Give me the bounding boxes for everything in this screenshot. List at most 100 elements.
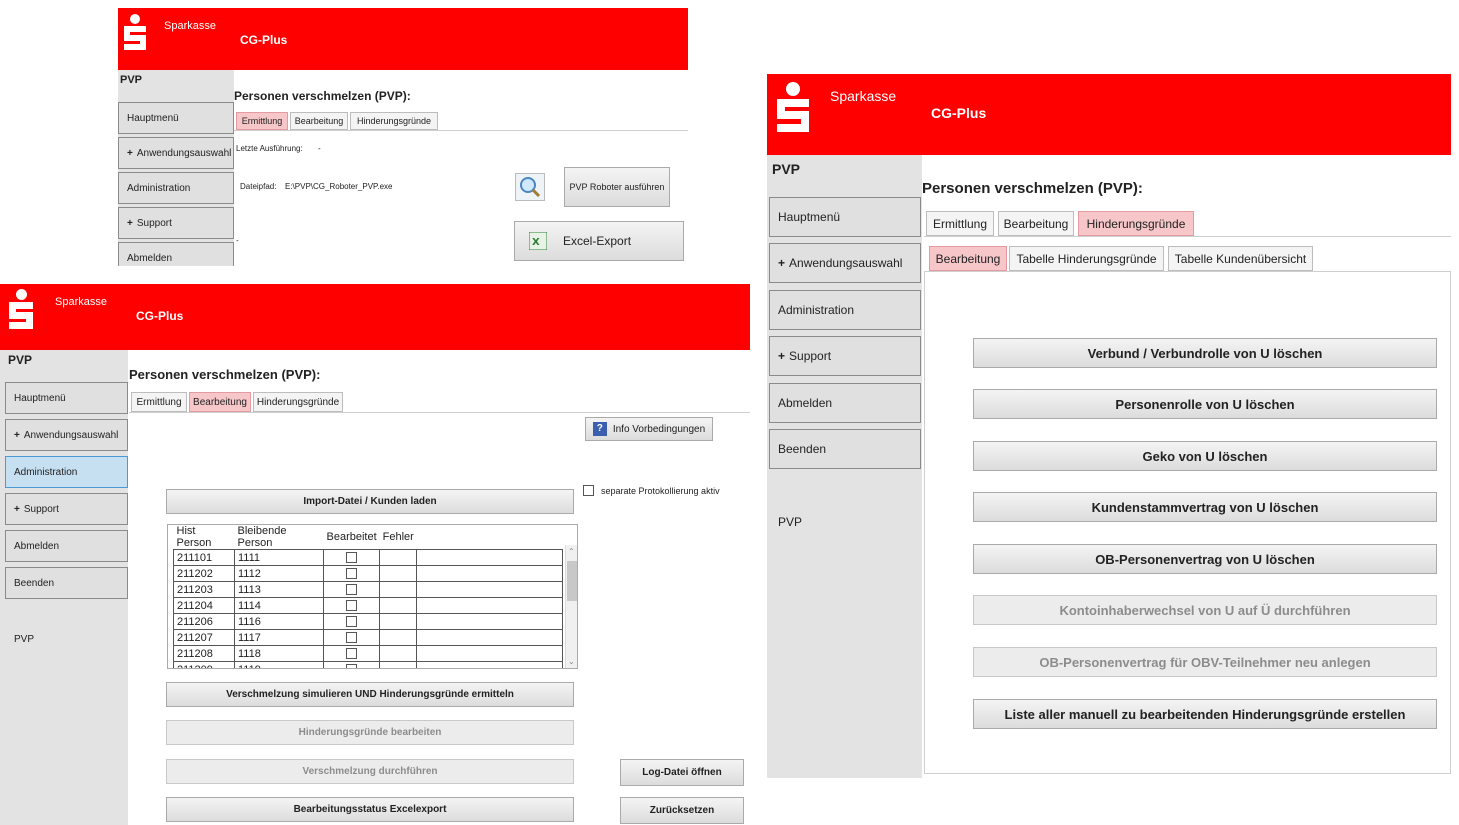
cell-hist: 211206 [173,613,235,630]
window-bearbeitung: Sparkasse CG-Plus PVP Hauptmenü + Anwendu… [0,284,750,825]
table-row[interactable]: 211202 1112 [173,565,563,582]
tab-hinderungsgruende[interactable]: Hinderungsgründe [1078,211,1194,236]
action-liste-erstellen[interactable]: Liste aller manuell zu bearbeitenden Hin… [973,699,1437,729]
nav-hauptmenu[interactable]: Hauptmenü [118,102,234,134]
col-hist-person[interactable]: Hist Person [174,525,235,550]
cell-hist: 211203 [173,581,235,598]
table-row[interactable]: 211101 1111 [173,549,563,566]
edit-reasons-button[interactable]: Hinderungsgründe bearbeiten [166,720,574,745]
action-kundenstammvertrag-loeschen[interactable]: Kundenstammvertrag von U löschen [973,492,1437,522]
col-bleibende-person[interactable]: Bleibende Person [235,525,324,550]
cell-hist: 211209 [173,661,235,668]
simulate-button[interactable]: Verschmelzung simulieren UND Hinderungsg… [166,682,574,707]
tab-bearbeitung[interactable]: Bearbeitung [290,112,348,130]
table-row[interactable]: 211204 1114 [173,597,563,614]
cell-bleibend: 1118 [234,645,324,662]
action-kontoinhaberwechsel[interactable]: Kontoinhaberwechsel von U auf Ü durchfüh… [973,595,1437,625]
action-personenrolle-loeschen[interactable]: Personenrolle von U löschen [973,389,1437,419]
nav-label: Administration [127,182,191,194]
table-row[interactable]: 211208 1118 [173,645,563,662]
nav-anwendungsauswahl[interactable]: + Anwendungsauswahl [769,243,921,283]
help-icon: ? [592,422,607,436]
subtab-tabelle-hinderungsgruende[interactable]: Tabelle Hinderungsgründe [1009,246,1164,271]
tab-hinderungsgruende[interactable]: Hinderungsgründe [253,392,343,412]
app-header: Sparkasse CG-Plus [0,284,750,350]
bearbeitet-checkbox[interactable] [346,600,358,612]
action-geko-loeschen[interactable]: Geko von U löschen [973,441,1437,471]
cell-bleibend: 1112 [234,565,324,582]
nav-label: Anwendungsauswahl [789,256,903,270]
bearbeitet-checkbox[interactable] [346,664,358,668]
nav-hauptmenu[interactable]: Hauptmenü [5,382,128,414]
app-header: Sparkasse CG-Plus [118,8,688,70]
reset-button[interactable]: Zurücksetzen [620,797,744,824]
merge-button[interactable]: Verschmelzung durchführen [166,759,574,784]
nav-administration[interactable]: Administration [769,290,921,330]
nav-support[interactable]: + Support [118,207,234,239]
subtab-tabelle-kundenuebersicht[interactable]: Tabelle Kundenübersicht [1168,246,1313,271]
table-row[interactable]: 211207 1117 [173,629,563,646]
table-row[interactable]: 211203 1113 [173,581,563,598]
nav-support[interactable]: + Support [5,493,128,525]
tab-ermittlung[interactable]: Ermittlung [131,392,187,412]
excel-export-button[interactable]: X Excel-Export [514,221,684,261]
bearbeitet-checkbox[interactable] [346,568,358,580]
log-file-button[interactable]: Log-Datei öffnen [620,759,744,786]
scroll-up-icon[interactable]: ⌃ [568,547,575,556]
status-export-button[interactable]: Bearbeitungsstatus Excelexport [166,797,574,822]
nav-abmelden[interactable]: Abmelden [769,383,921,423]
table-row[interactable]: 211206 1116 [173,613,563,630]
app-title: CG-Plus [136,309,184,323]
table-scrollbar[interactable]: ⌃ ⌄ [565,545,577,668]
nav-support[interactable]: + Support [769,336,921,376]
nav-anwendungsauswahl[interactable]: + Anwendungsauswahl [118,137,234,169]
nav-label: Anwendungsauswahl [136,147,232,159]
scroll-down-icon[interactable]: ⌄ [568,657,575,666]
action-verbund-loeschen[interactable]: Verbund / Verbundrolle von U löschen [973,338,1437,368]
col-fehler[interactable]: Fehler [380,525,417,550]
run-robot-button[interactable]: PVP Roboter ausführen [564,167,670,207]
nav-label: Administration [778,303,855,317]
nav-label: Support [789,349,832,363]
page-title: Personen verschmelzen (PVP): [234,89,411,103]
persons-grid: Hist Person Bleibende Person Bearbeitet … [173,525,563,668]
tab-ermittlung[interactable]: Ermittlung [236,112,288,130]
last-run-value: - [318,144,321,153]
bearbeitet-checkbox[interactable] [346,584,358,596]
subtab-bearbeitung[interactable]: Bearbeitung [929,246,1007,271]
page-title: Personen verschmelzen (PVP): [129,367,321,382]
nav-hauptmenu[interactable]: Hauptmenü [769,197,921,237]
table-row[interactable]: 2112091119 [173,661,563,668]
nav-anwendungsauswahl[interactable]: + Anwendungsauswahl [5,419,128,451]
nav-administration[interactable]: Administration [5,456,128,488]
brand-name: Sparkasse [55,296,107,308]
sidebar-footer: PVP [14,634,35,645]
col-bearbeitet[interactable]: Bearbeitet [324,525,380,550]
tab-bearbeitung[interactable]: Bearbeitung [189,392,251,412]
nav-abmelden[interactable]: Abmelden [118,242,234,266]
tab-ermittlung[interactable]: Ermittlung [926,211,994,236]
status-dash: - [236,236,239,245]
nav-beenden[interactable]: Beenden [5,567,128,599]
bearbeitet-checkbox[interactable] [346,632,358,644]
window-ermittlung: Sparkasse CG-Plus PVP Hauptmenü + Anwendu… [118,8,688,266]
protokollierung-checkbox[interactable] [583,485,594,496]
tab-hinderungsgruende[interactable]: Hinderungsgründe [350,112,438,130]
info-vorbedingungen-button[interactable]: ? Info Vorbedingungen [585,417,713,441]
search-button[interactable] [515,173,545,201]
sidebar-title: PVP [772,161,801,177]
action-ob-personenvertrag-loeschen[interactable]: OB-Personenvertrag von U löschen [973,544,1437,574]
bearbeitet-checkbox[interactable] [346,616,358,628]
nav-administration[interactable]: Administration [118,172,234,204]
tab-bearbeitung[interactable]: Bearbeitung [998,211,1074,236]
action-obv-teilnehmer-anlegen[interactable]: OB-Personenvertrag für OBV-Teilnehmer ne… [973,647,1437,677]
import-button[interactable]: Import-Datei / Kunden laden [166,489,574,514]
nav-beenden[interactable]: Beenden [769,429,921,469]
cell-hist: 211208 [173,645,235,662]
bearbeitet-checkbox[interactable] [346,552,358,564]
nav-abmelden[interactable]: Abmelden [5,530,128,562]
sidebar: PVP Hauptmenü + Anwendungsauswahl Adminis… [118,70,234,266]
sidebar-title: PVP [8,353,33,367]
scrollbar-thumb[interactable] [567,561,577,601]
bearbeitet-checkbox[interactable] [346,648,358,660]
